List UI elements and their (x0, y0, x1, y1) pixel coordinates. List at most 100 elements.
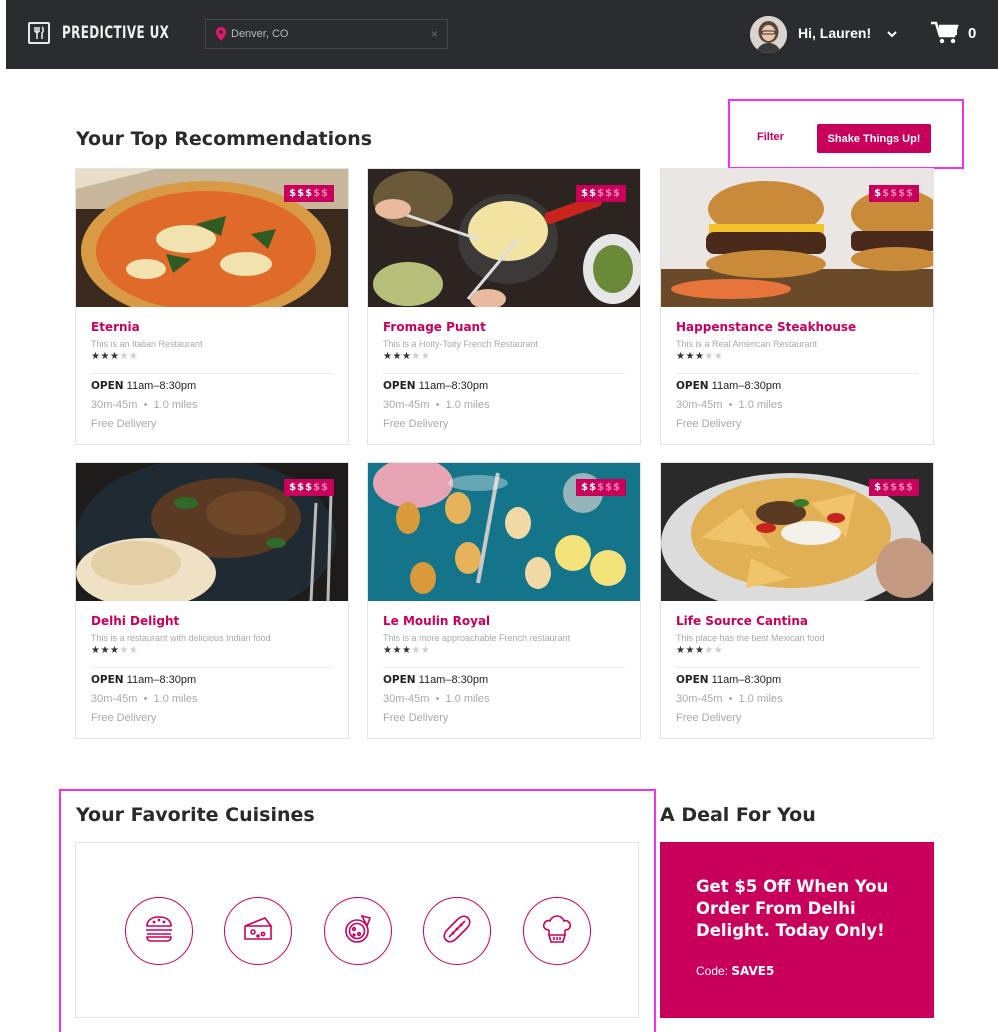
restaurant-card[interactable]: $$$$$ Delhi Delight This is a restaurant w… (75, 462, 349, 739)
restaurant-name[interactable]: Delhi Delight (91, 614, 179, 628)
restaurant-card[interactable]: $$$$$ Le Moulin Royal This is a more appro… (367, 462, 641, 739)
star-icon: ★ (100, 645, 110, 656)
avatar[interactable] (750, 16, 787, 53)
star-icon: ★ (109, 351, 120, 362)
star-icon: ★ (694, 645, 705, 656)
cuisine-chef[interactable] (523, 897, 591, 965)
price-sign: $ (589, 188, 598, 199)
star-icon: ★ (685, 645, 695, 656)
star-rating: ★★★★★ (383, 351, 430, 362)
filter-link[interactable]: Filter (757, 131, 784, 143)
restaurant-name[interactable]: Life Source Cantina (676, 614, 808, 628)
delivery-fee: Free Delivery (91, 418, 157, 430)
restaurant-card[interactable]: $$$$$ Life Source Cantina This place has t… (660, 462, 934, 739)
price-sign: $ (313, 188, 322, 199)
price-sign: $ (305, 482, 314, 493)
cart-icon[interactable] (931, 21, 959, 50)
cuisines-panel (75, 842, 639, 1018)
star-icon: ★ (694, 351, 705, 362)
star-icon: ★ (119, 351, 129, 362)
restaurant-card[interactable]: $$$$$ Eternia This is an Italian Restauran… (75, 168, 349, 445)
star-icon: ★ (128, 351, 139, 362)
logo[interactable]: PREDICTIVE UX (28, 22, 200, 44)
map-pin-icon (216, 27, 226, 46)
restaurant-card[interactable]: $$$$$ Fromage Puant This is a Hoity-Toity … (367, 168, 641, 445)
clear-icon[interactable]: × (431, 27, 438, 41)
deal-code: Code: SAVE5 (696, 964, 774, 978)
cuisine-pizza[interactable] (324, 897, 392, 965)
star-icon: ★ (119, 645, 129, 656)
deal-code-label: Code: (696, 964, 729, 978)
restaurant-name[interactable]: Fromage Puant (383, 320, 486, 334)
cheese-icon (240, 911, 276, 952)
restaurant-description: This is an Italian Restaurant (91, 339, 203, 349)
recommendations-title: Your Top Recommendations (76, 128, 373, 150)
price-sign: $ (321, 482, 329, 493)
star-rating: ★★★★★ (383, 645, 430, 656)
user-greeting[interactable]: Hi, Lauren! (798, 25, 871, 41)
hotdog-icon (439, 911, 475, 952)
restaurant-name[interactable]: Happenstance Steakhouse (676, 320, 856, 334)
open-label: OPEN (91, 380, 124, 392)
deal-text: Get $5 Off When You Order From Delhi Del… (696, 877, 889, 940)
restaurant-name[interactable]: Le Moulin Royal (383, 614, 490, 628)
open-label: OPEN (91, 674, 124, 686)
price-badge: $$$$$ (284, 479, 334, 496)
deal-card[interactable]: Get $5 Off When You Order From Delhi Del… (660, 842, 934, 1018)
price-sign: $ (297, 482, 306, 493)
cuisine-burger[interactable] (125, 897, 193, 965)
price-badge: $$$$$ (284, 185, 334, 202)
top-nav: PREDICTIVE UX Denver, CO × Hi, Lauren! 0 (6, 0, 998, 69)
brand-name: PREDICTIVE UX (62, 23, 170, 43)
divider (91, 667, 333, 668)
restaurant-description: This place has the best Mexican food (676, 633, 825, 643)
price-sign: $ (898, 188, 907, 199)
location-value: Denver, CO (231, 28, 289, 40)
opening-hours: OPEN 11am–8:30pm (383, 380, 488, 392)
open-label: OPEN (676, 674, 709, 686)
divider (383, 667, 625, 668)
star-icon: ★ (411, 351, 421, 362)
restaurant-card[interactable]: $$$$$ Happenstance Steakhouse This is a Re… (660, 168, 934, 445)
opening-hours: OPEN 11am–8:30pm (676, 674, 781, 686)
cuisine-cheese[interactable] (224, 897, 292, 965)
star-rating: ★★★★★ (91, 351, 138, 362)
price-sign: $ (605, 188, 614, 199)
restaurant-name[interactable]: Eternia (91, 320, 140, 334)
price-sign: $ (321, 188, 329, 199)
star-icon: ★ (128, 645, 139, 656)
location-input[interactable]: Denver, CO × (205, 19, 448, 49)
price-sign: $ (890, 188, 899, 199)
price-sign: $ (874, 188, 883, 199)
opening-hours: OPEN 11am–8:30pm (383, 674, 488, 686)
shake-things-up-button[interactable]: Shake Things Up! (817, 124, 931, 153)
deal-code-value: SAVE5 (731, 964, 775, 978)
chef-hat-icon (539, 911, 575, 952)
restaurant-description: This is a restaurant with delicious Indi… (91, 633, 271, 643)
price-badge: $$$$$ (576, 479, 626, 496)
hours-value: 11am–8:30pm (708, 674, 782, 686)
delivery-fee: Free Delivery (383, 712, 449, 724)
price-sign: $ (589, 482, 598, 493)
hours-value: 11am–8:30pm (123, 674, 197, 686)
star-icon: ★ (411, 645, 421, 656)
restaurant-description: This is a more approachable French resta… (383, 633, 571, 643)
hours-value: 11am–8:30pm (415, 674, 489, 686)
cuisine-hotdog[interactable] (423, 897, 491, 965)
deal-title: A Deal For You (660, 804, 816, 826)
price-sign: $ (297, 188, 306, 199)
star-rating: ★★★★★ (676, 645, 723, 656)
price-sign: $ (597, 188, 606, 199)
open-label: OPEN (676, 380, 709, 392)
delivery-eta: 30m-45m • 1.0 miles (91, 399, 198, 411)
price-sign: $ (305, 188, 314, 199)
opening-hours: OPEN 11am–8:30pm (91, 380, 196, 392)
fork-knife-icon (28, 22, 50, 44)
delivery-eta: 30m-45m • 1.0 miles (676, 399, 783, 411)
delivery-fee: Free Delivery (91, 712, 157, 724)
delivery-eta: 30m-45m • 1.0 miles (383, 693, 490, 705)
open-label: OPEN (383, 674, 416, 686)
chevron-down-icon[interactable] (887, 26, 897, 44)
price-sign: $ (613, 188, 621, 199)
star-icon: ★ (704, 645, 714, 656)
